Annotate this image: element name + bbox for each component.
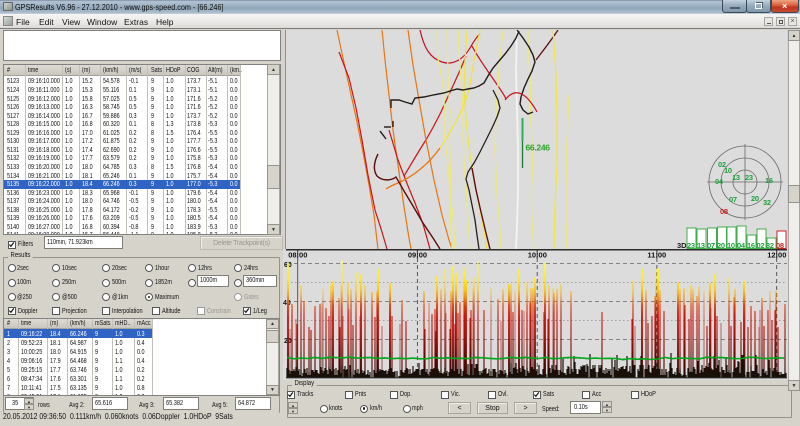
svg-text:08: 08: [720, 207, 728, 216]
svg-text:10: 10: [727, 241, 735, 249]
svg-text:04: 04: [737, 241, 746, 249]
svg-text:40: 40: [283, 300, 291, 307]
svg-text:66.246: 66.246: [526, 143, 551, 153]
svg-text:20: 20: [751, 194, 759, 203]
svg-text:23: 23: [687, 241, 695, 249]
svg-text:23: 23: [745, 173, 753, 182]
svg-text:16: 16: [747, 241, 755, 249]
svg-text:07: 07: [707, 241, 715, 249]
svg-text:08: 08: [776, 241, 784, 249]
svg-text:20: 20: [717, 241, 725, 249]
svg-text:32: 32: [763, 198, 771, 207]
svg-text:32: 32: [766, 241, 774, 249]
svg-text:10: 10: [724, 166, 732, 175]
svg-text:04: 04: [715, 177, 724, 186]
svg-text:13: 13: [732, 173, 740, 182]
svg-text:07: 07: [729, 195, 737, 204]
svg-text:13: 13: [697, 241, 705, 249]
svg-text:16: 16: [765, 176, 773, 185]
svg-text:02: 02: [757, 241, 765, 249]
svg-text:3D: 3D: [677, 241, 687, 249]
